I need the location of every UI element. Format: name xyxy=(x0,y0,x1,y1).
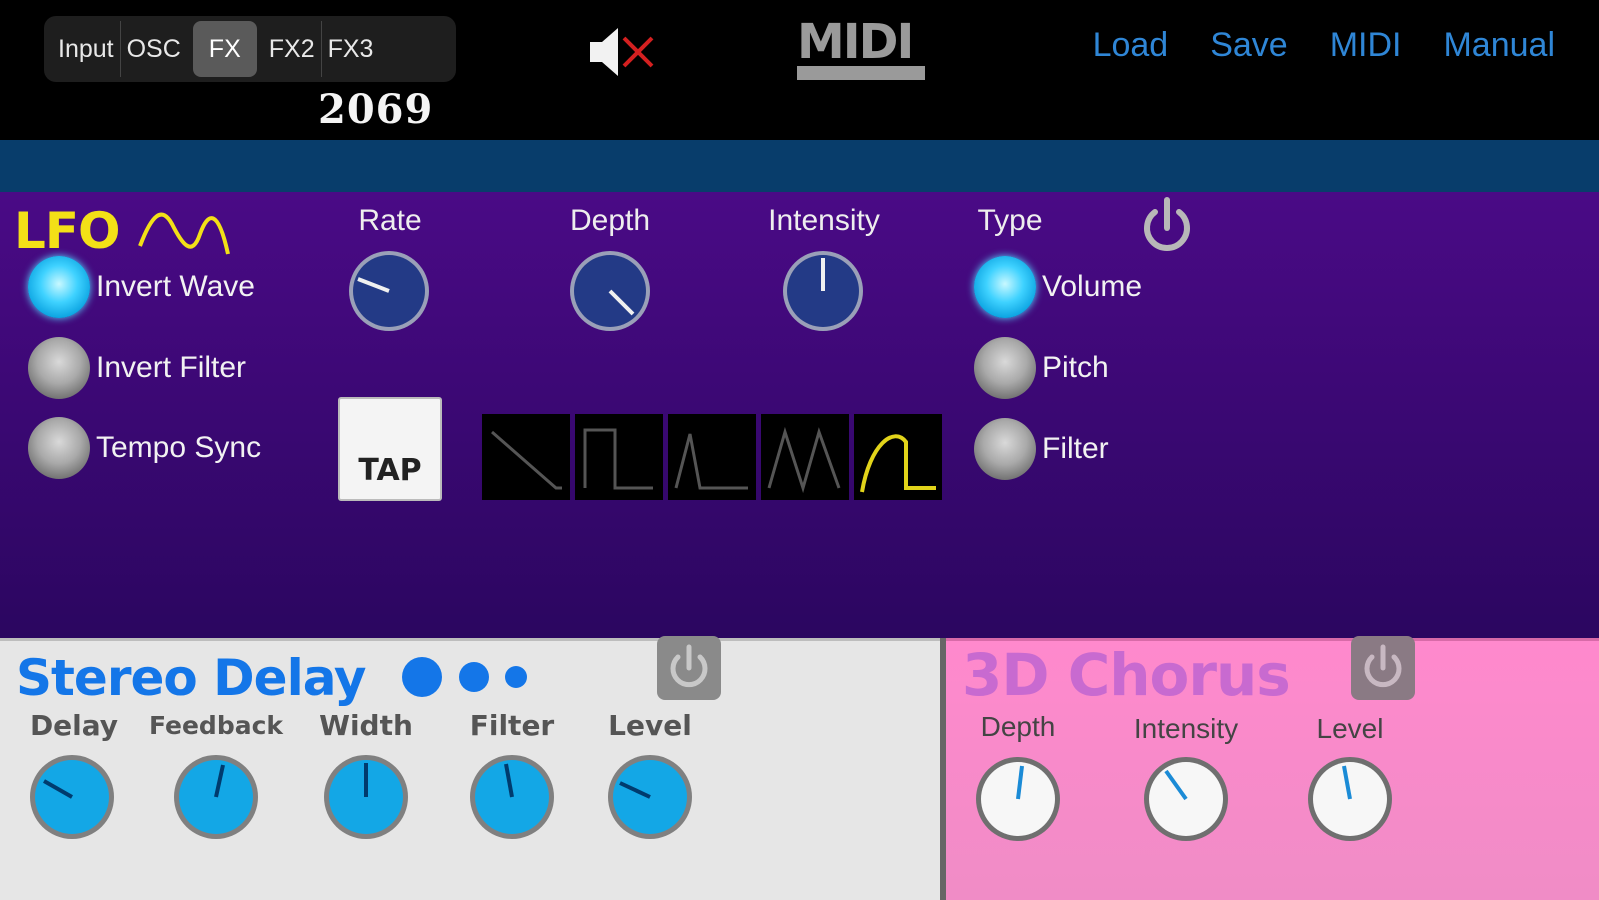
tab-input[interactable]: Input xyxy=(52,21,121,77)
chorus-panel: 3D Chorus Depth Intensity Level xyxy=(946,635,1599,900)
tab-fx2[interactable]: FX2 xyxy=(263,21,322,77)
invert-filter-toggle[interactable]: Invert Filter xyxy=(28,337,246,399)
invert-wave-led[interactable] xyxy=(28,256,90,318)
feedback-label: Feedback xyxy=(148,711,284,740)
mute-button[interactable] xyxy=(590,24,670,80)
chorus-depth-label: Depth xyxy=(980,711,1056,742)
speaker-muted-icon xyxy=(590,28,654,76)
midi-logo: MIDI xyxy=(795,14,927,84)
type-pitch-led[interactable] xyxy=(974,337,1036,399)
intensity-label: Intensity xyxy=(768,204,880,237)
level-knob[interactable] xyxy=(606,753,694,841)
sine-wave-icon xyxy=(138,212,230,255)
chorus-level-knob[interactable] xyxy=(1306,755,1394,843)
chorus-intensity-knob[interactable] xyxy=(1142,755,1230,843)
save-link[interactable]: Save xyxy=(1210,26,1288,65)
load-link[interactable]: Load xyxy=(1093,26,1169,65)
type-label: Type xyxy=(977,204,1043,237)
depth-knob[interactable] xyxy=(567,248,653,334)
stereo-delay-panel: Stereo Delay Delay Feedback Width Filter… xyxy=(0,635,944,900)
rate-knob[interactable] xyxy=(346,248,432,334)
invert-wave-label: Invert Wave xyxy=(96,270,255,303)
midi-link[interactable]: MIDI xyxy=(1330,26,1402,65)
lfo-title: LFO xyxy=(14,202,121,260)
delay-power-button[interactable] xyxy=(656,635,722,701)
depth-label: Depth xyxy=(569,204,651,237)
type-filter-led[interactable] xyxy=(974,418,1036,480)
type-volume-label: Volume xyxy=(1042,270,1143,303)
intensity-knob[interactable] xyxy=(780,248,866,334)
divider-bar xyxy=(0,140,1599,192)
double-hump-wave-icon[interactable] xyxy=(761,414,849,500)
lfo-panel: LFO Invert Wave Invert Filter Tempo Sync… xyxy=(0,192,1599,638)
fx-tab-bar: Input OSC FX FX2 FX3 xyxy=(44,16,456,82)
square-wave-icon[interactable] xyxy=(575,414,663,500)
tempo-sync-label: Tempo Sync xyxy=(96,431,262,464)
tab-fx3[interactable]: FX3 xyxy=(322,21,380,77)
invert-wave-toggle[interactable]: Invert Wave xyxy=(28,256,255,318)
brand-year: 2069 xyxy=(318,86,434,133)
type-filter-label: Filter xyxy=(1042,432,1109,465)
delay-dots-icon xyxy=(402,657,527,697)
lfo-power-icon[interactable] xyxy=(1140,196,1194,256)
chorus-depth-knob[interactable] xyxy=(974,755,1062,843)
type-volume-led[interactable] xyxy=(974,256,1036,318)
chorus-title: 3D Chorus xyxy=(962,641,1291,709)
stereo-delay-title: Stereo Delay xyxy=(16,649,366,707)
type-filter-option[interactable]: Filter xyxy=(974,418,1109,480)
type-pitch-option[interactable]: Pitch xyxy=(974,337,1109,399)
tab-fx[interactable]: FX xyxy=(192,21,257,77)
tab-osc[interactable]: OSC xyxy=(121,21,187,77)
filter-label: Filter xyxy=(469,709,555,742)
invert-filter-label: Invert Filter xyxy=(96,351,247,384)
svg-text:MIDI: MIDI xyxy=(797,16,912,70)
width-knob[interactable] xyxy=(322,753,410,841)
delay-label: Delay xyxy=(29,709,119,742)
chorus-intensity-label: Intensity xyxy=(1133,713,1239,744)
saw-wave-icon[interactable] xyxy=(482,414,570,500)
filter-knob[interactable] xyxy=(468,753,556,841)
width-label: Width xyxy=(319,709,413,742)
invert-filter-led[interactable] xyxy=(28,337,90,399)
tempo-sync-led[interactable] xyxy=(28,417,90,479)
feedback-knob[interactable] xyxy=(172,753,260,841)
manual-link[interactable]: Manual xyxy=(1443,26,1555,65)
type-pitch-label: Pitch xyxy=(1042,351,1109,384)
tempo-sync-toggle[interactable]: Tempo Sync xyxy=(28,417,261,479)
rate-label: Rate xyxy=(358,204,422,237)
type-volume-option[interactable]: Volume xyxy=(974,256,1142,318)
top-links: Load Save MIDI Manual xyxy=(1093,26,1555,65)
hump-wave-icon[interactable] xyxy=(854,414,942,500)
chorus-power-button[interactable] xyxy=(1350,635,1416,701)
delay-knob[interactable] xyxy=(28,753,116,841)
tap-tempo-button[interactable]: TAP xyxy=(338,397,442,501)
level-label: Level xyxy=(608,709,692,742)
waveform-selector xyxy=(482,414,942,500)
spike-wave-icon[interactable] xyxy=(668,414,756,500)
chorus-level-label: Level xyxy=(1316,713,1384,744)
top-bar: Input OSC FX FX2 FX3 2069 MIDI Load Save… xyxy=(0,0,1599,140)
